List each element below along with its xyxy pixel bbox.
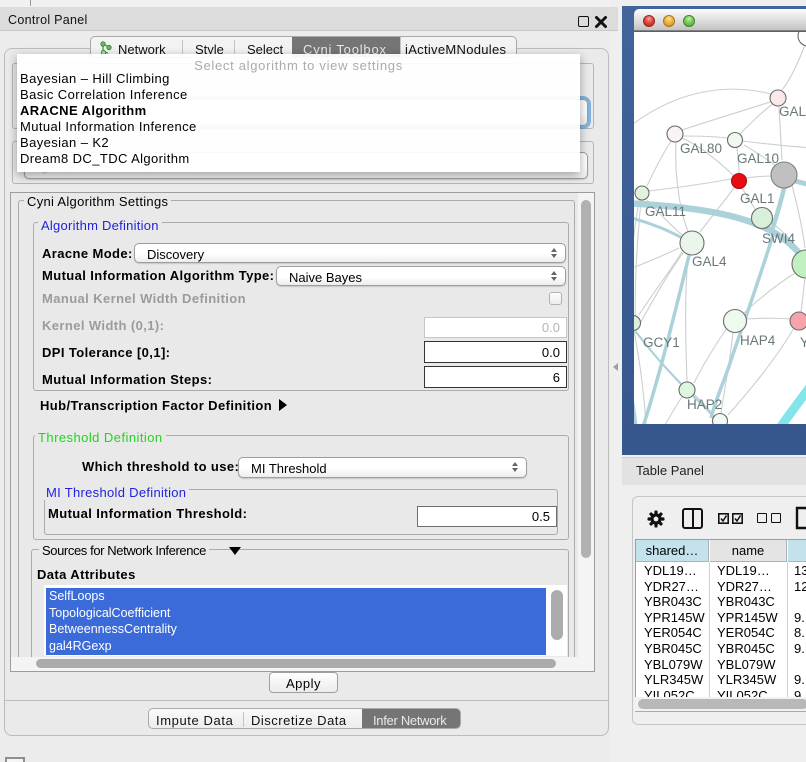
svg-text:HAP2: HAP2 (687, 397, 722, 412)
svg-text:GCY1: GCY1 (643, 335, 680, 350)
svg-text:GAL1: GAL1 (740, 191, 775, 206)
svg-text:GAL10: GAL10 (737, 151, 779, 166)
svg-text:Y: Y (800, 335, 806, 350)
svg-text:SWI4: SWI4 (762, 231, 795, 246)
svg-text:GAL11: GAL11 (645, 204, 686, 219)
svg-text:HAP4: HAP4 (740, 333, 776, 348)
svg-text:GAL80: GAL80 (680, 141, 722, 156)
svg-text:GAL4: GAL4 (692, 254, 727, 269)
svg-text:GAL: GAL (779, 104, 806, 119)
